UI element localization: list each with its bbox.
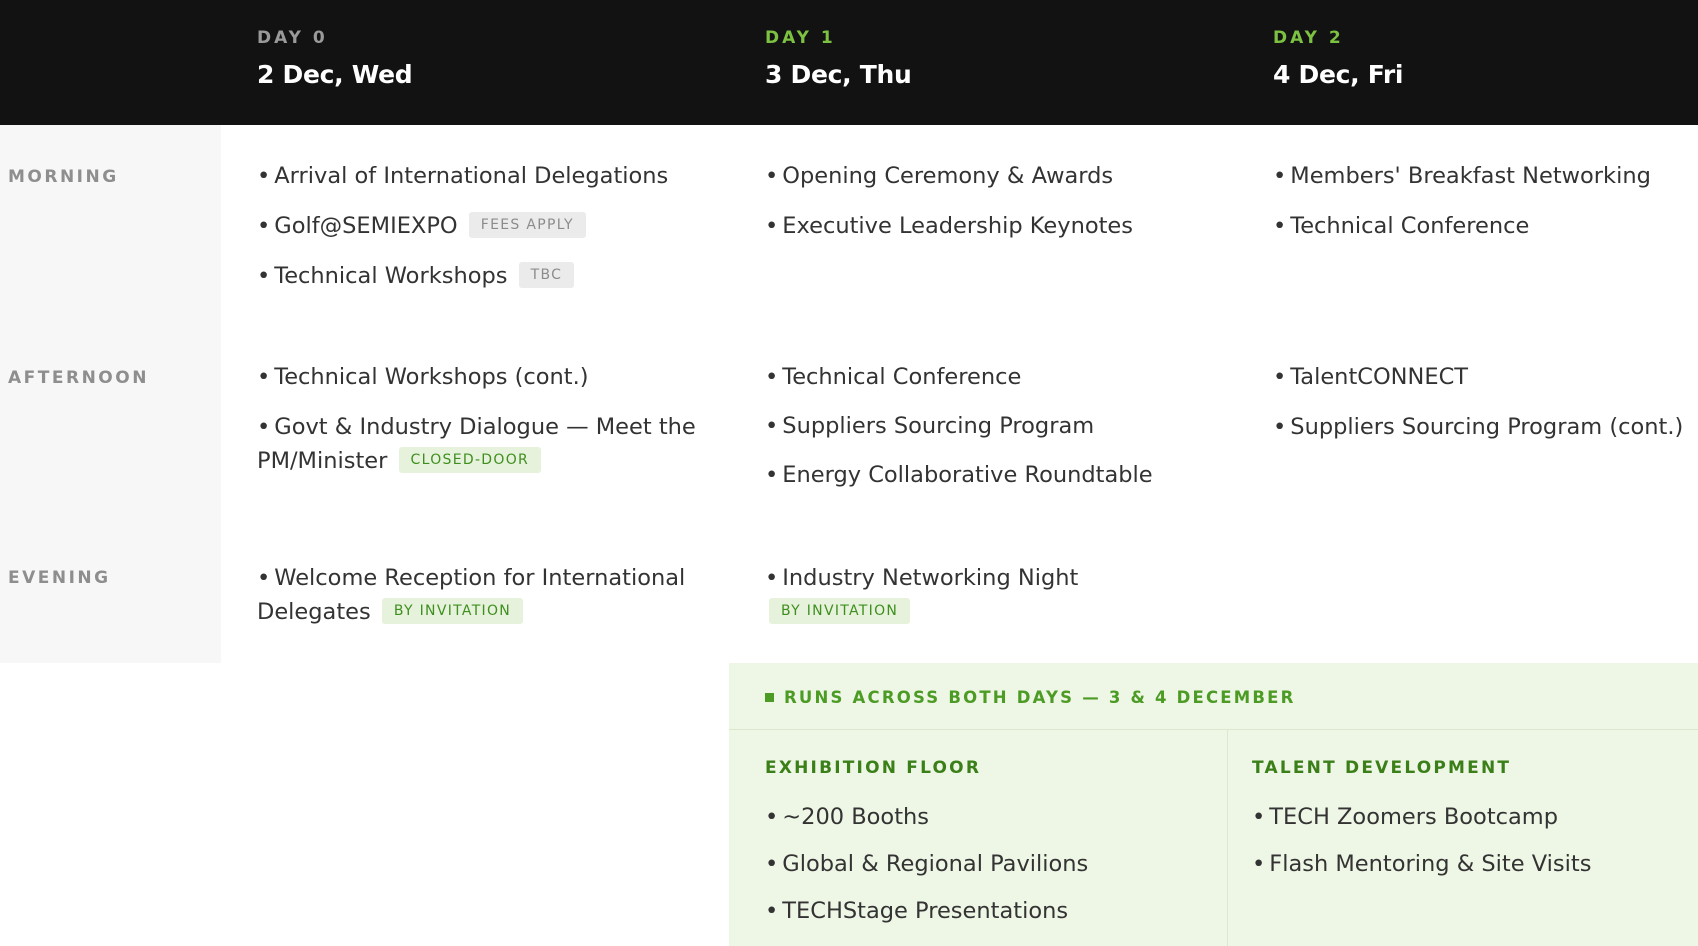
bullet: • bbox=[765, 163, 779, 189]
schedule-item-text: Energy Collaborative Roundtable bbox=[782, 462, 1153, 488]
day-1-label: DAY 1 bbox=[765, 28, 836, 48]
list-item: • TECH Zoomers Bootcamp bbox=[1252, 800, 1591, 834]
bullet: • bbox=[257, 263, 271, 289]
morning-day-2: • Members' Breakfast Networking • Technica… bbox=[1273, 159, 1693, 259]
bullet: • bbox=[257, 364, 271, 390]
by-invitation-badge: BY INVITATION bbox=[769, 597, 911, 624]
day-0-heading: DAY 0 2 Dec, Wed bbox=[257, 28, 413, 89]
schedule-item: • Members' Breakfast Networking bbox=[1273, 159, 1693, 193]
schedule-item-text: Golf@SEMIEXPO bbox=[274, 213, 458, 239]
schedule-item-text: Members' Breakfast Networking bbox=[1290, 163, 1651, 189]
afternoon-day-2: • TalentCONNECT • Suppliers Sourcing Progr… bbox=[1273, 360, 1698, 460]
bullet: • bbox=[257, 163, 271, 189]
schedule-item: • Technical Workshops TBC bbox=[257, 259, 727, 293]
schedule-item: • Technical Conference bbox=[765, 360, 1235, 394]
talent-development-section: TALENT DEVELOPMENT • TECH Zoomers Bootcam… bbox=[1252, 758, 1591, 894]
list-item: • Flash Mentoring & Site Visits bbox=[1252, 847, 1591, 881]
schedule-item: • Govt & Industry Dialogue — Meet the PM/… bbox=[257, 410, 697, 478]
schedule-item-text: Industry Networking Night bbox=[782, 565, 1079, 591]
bullet: • bbox=[765, 851, 779, 877]
morning-day-0: • Arrival of International Delegations • G… bbox=[257, 159, 727, 309]
day-2-label: DAY 2 bbox=[1273, 28, 1344, 48]
list-item: • Global & Regional Pavilions bbox=[765, 847, 1088, 881]
morning-day-1: • Opening Ceremony & Awards • Executive Le… bbox=[765, 159, 1235, 259]
closed-door-badge: CLOSED-DOOR bbox=[398, 446, 542, 473]
both-days-panel: RUNS ACROSS BOTH DAYS — 3 & 4 DECEMBER E… bbox=[729, 663, 1698, 946]
schedule-item: • Executive Leadership Keynotes bbox=[765, 209, 1235, 243]
bullet: • bbox=[1273, 414, 1287, 440]
bullet: • bbox=[765, 804, 779, 830]
bullet: • bbox=[1273, 213, 1287, 239]
schedule-item-text: Suppliers Sourcing Program (cont.) bbox=[1290, 414, 1684, 440]
bullet: • bbox=[1252, 804, 1266, 830]
schedule-item: • Suppliers Sourcing Program bbox=[765, 409, 1235, 443]
talent-development-title: TALENT DEVELOPMENT bbox=[1252, 758, 1512, 778]
day-0-date: 2 Dec, Wed bbox=[257, 60, 413, 89]
schedule-item-text: Arrival of International Delegations bbox=[274, 163, 669, 189]
bullet: • bbox=[765, 898, 779, 924]
exhibition-floor-section: EXHIBITION FLOOR • ~200 Booths • Global & … bbox=[765, 758, 1088, 941]
agenda-header: DAY 0 2 Dec, Wed DAY 1 3 Dec, Thu DAY 2 … bbox=[0, 0, 1698, 125]
bullet: • bbox=[765, 213, 779, 239]
schedule-item-text: Technical Conference bbox=[1290, 213, 1530, 239]
period-afternoon: AFTERNOON bbox=[8, 368, 149, 388]
schedule-item: • Technical Workshops (cont.) bbox=[257, 360, 697, 394]
day-1-heading: DAY 1 3 Dec, Thu bbox=[765, 28, 912, 89]
bullet: • bbox=[1273, 163, 1287, 189]
day-1-date: 3 Dec, Thu bbox=[765, 60, 912, 89]
period-evening: EVENING bbox=[8, 568, 111, 588]
evening-day-1: • Industry Networking Night BY INVITATION bbox=[765, 561, 1125, 645]
bullet: • bbox=[1252, 851, 1266, 877]
schedule-item-text: TalentCONNECT bbox=[1290, 364, 1469, 390]
schedule-item-text: Suppliers Sourcing Program bbox=[782, 413, 1095, 439]
bullet: • bbox=[765, 462, 779, 488]
schedule-item: • Technical Conference bbox=[1273, 209, 1693, 243]
schedule-item: • Energy Collaborative Roundtable bbox=[765, 458, 1235, 492]
period-column: MORNING AFTERNOON EVENING bbox=[0, 125, 221, 663]
divider bbox=[1227, 730, 1228, 946]
schedule-item: • TalentCONNECT bbox=[1273, 360, 1698, 394]
bullet: • bbox=[257, 565, 271, 591]
schedule-item-text: Technical Workshops (cont.) bbox=[274, 364, 589, 390]
bullet: • bbox=[765, 413, 779, 439]
list-item-text: Global & Regional Pavilions bbox=[782, 851, 1089, 877]
square-icon bbox=[765, 693, 774, 702]
schedule-item: • Suppliers Sourcing Program (cont.) bbox=[1273, 410, 1698, 444]
list-item-text: Flash Mentoring & Site Visits bbox=[1269, 851, 1592, 877]
bullet: • bbox=[257, 414, 271, 440]
schedule-item: • Golf@SEMIEXPO FEES APPLY bbox=[257, 209, 727, 243]
schedule-item-text: Technical Conference bbox=[782, 364, 1022, 390]
list-item: • TECHStage Presentations bbox=[765, 894, 1088, 928]
schedule-item-text: Opening Ceremony & Awards bbox=[782, 163, 1114, 189]
by-invitation-badge: BY INVITATION bbox=[381, 597, 524, 624]
evening-day-0: • Welcome Reception for International Del… bbox=[257, 561, 697, 645]
period-morning: MORNING bbox=[8, 167, 119, 187]
bullet: • bbox=[257, 213, 271, 239]
divider bbox=[729, 729, 1698, 730]
schedule-item-text: Executive Leadership Keynotes bbox=[782, 213, 1133, 239]
afternoon-day-0: • Technical Workshops (cont.) • Govt & Ind… bbox=[257, 360, 697, 494]
schedule-item: • Industry Networking Night BY INVITATION bbox=[765, 561, 1125, 629]
schedule-item: • Opening Ceremony & Awards bbox=[765, 159, 1235, 193]
fees-apply-badge: FEES APPLY bbox=[468, 211, 586, 238]
day-0-label: DAY 0 bbox=[257, 28, 328, 48]
bullet: • bbox=[765, 364, 779, 390]
both-days-heading: RUNS ACROSS BOTH DAYS — 3 & 4 DECEMBER bbox=[765, 688, 1296, 707]
day-2-date: 4 Dec, Fri bbox=[1273, 60, 1404, 89]
schedule-item: • Welcome Reception for International Del… bbox=[257, 561, 697, 629]
list-item-text: TECH Zoomers Bootcamp bbox=[1269, 804, 1559, 830]
agenda-page: DAY 0 2 Dec, Wed DAY 1 3 Dec, Thu DAY 2 … bbox=[0, 0, 1698, 946]
afternoon-day-1: • Technical Conference • Suppliers Sourcin… bbox=[765, 360, 1235, 508]
tbc-badge: TBC bbox=[518, 261, 575, 288]
bullet: • bbox=[1273, 364, 1287, 390]
list-item: • ~200 Booths bbox=[765, 800, 1088, 834]
bullet: • bbox=[765, 565, 779, 591]
both-days-heading-text: RUNS ACROSS BOTH DAYS — 3 & 4 DECEMBER bbox=[784, 688, 1296, 707]
schedule-item-text: Technical Workshops bbox=[274, 263, 508, 289]
list-item-text: TECHStage Presentations bbox=[782, 898, 1069, 924]
exhibition-floor-title: EXHIBITION FLOOR bbox=[765, 758, 982, 778]
schedule-item: • Arrival of International Delegations bbox=[257, 159, 727, 193]
list-item-text: ~200 Booths bbox=[782, 804, 930, 830]
day-2-heading: DAY 2 4 Dec, Fri bbox=[1273, 28, 1404, 89]
